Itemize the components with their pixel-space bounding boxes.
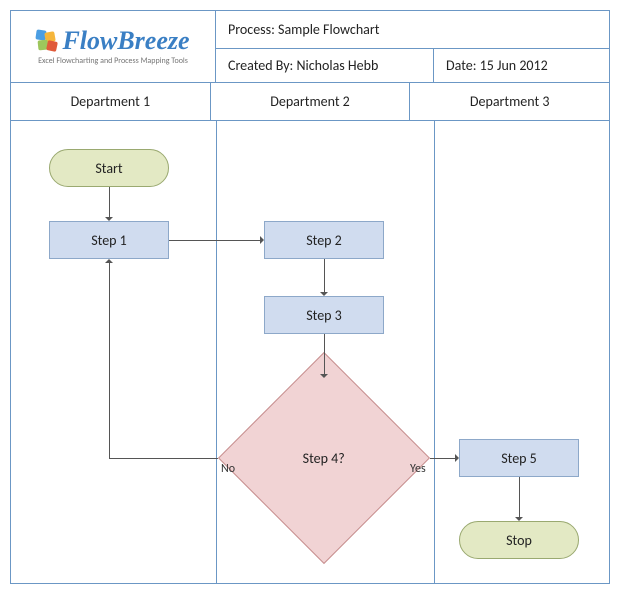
created-value: Nicholas Hebb [296,57,378,74]
lane-header-2: Department 2 [210,83,410,120]
logo-cell: FlowBreeze Excel Flowcharting and Proces… [11,11,216,83]
lane-header-3: Department 3 [409,83,609,120]
node-label: Step 5 [501,450,537,467]
date-value: 15 Jun 2012 [480,57,548,74]
tagline: Excel Flowcharting and Process Mapping T… [38,56,188,66]
lane-divider [434,121,435,583]
edge [324,259,325,292]
date-cell: Date: 15 Jun 2012 [434,49,609,82]
node-label: Start [95,160,122,177]
brand-name: FlowBreeze [62,28,189,54]
arrowhead-icon [105,217,113,225]
created-cell: Created By: Nicholas Hebb [216,49,434,82]
created-label: Created By: [228,57,293,74]
arrowhead-icon [455,454,463,462]
process-step2: Step 2 [264,221,384,259]
node-label: Step 2 [306,232,342,249]
edge [109,187,110,217]
header: FlowBreeze Excel Flowcharting and Proces… [11,11,609,83]
process-step1: Step 1 [49,221,169,259]
arrowhead-icon [515,517,523,525]
edge-label-no: No [221,462,235,476]
node-label: Stop [506,532,532,549]
arrowhead-icon [260,236,268,244]
arrowhead-icon [105,255,113,263]
edge [109,458,218,459]
process-value: Sample Flowchart [278,21,379,38]
terminator-stop: Stop [459,521,579,559]
logo-icon [36,30,58,52]
arrowhead-icon [320,374,328,382]
lane-divider [216,121,217,583]
process-label: Process: [228,21,275,38]
date-label: Date: [446,57,476,74]
edge [430,458,455,459]
node-label: Step 4? [303,449,345,466]
process-row: Process: Sample Flowchart [216,11,609,49]
terminator-start: Start [49,149,169,187]
decision-step4: Step 4? [218,352,430,564]
node-label: Step 3 [306,307,342,324]
edge [519,477,520,517]
lane-headers: Department 1 Department 2 Department 3 [11,83,609,121]
edge-label-yes: Yes [410,462,426,476]
node-label: Step 1 [91,232,127,249]
process-step3: Step 3 [264,296,384,334]
edge [169,240,260,241]
edge [324,334,325,374]
edge [109,263,110,458]
flowchart-frame: FlowBreeze Excel Flowcharting and Proces… [10,10,610,584]
arrowhead-icon [320,292,328,300]
canvas: Start Step 1 Step 2 Step 3 Step 4? Step … [11,121,609,583]
process-step5: Step 5 [459,439,579,477]
lane-header-1: Department 1 [11,83,210,120]
